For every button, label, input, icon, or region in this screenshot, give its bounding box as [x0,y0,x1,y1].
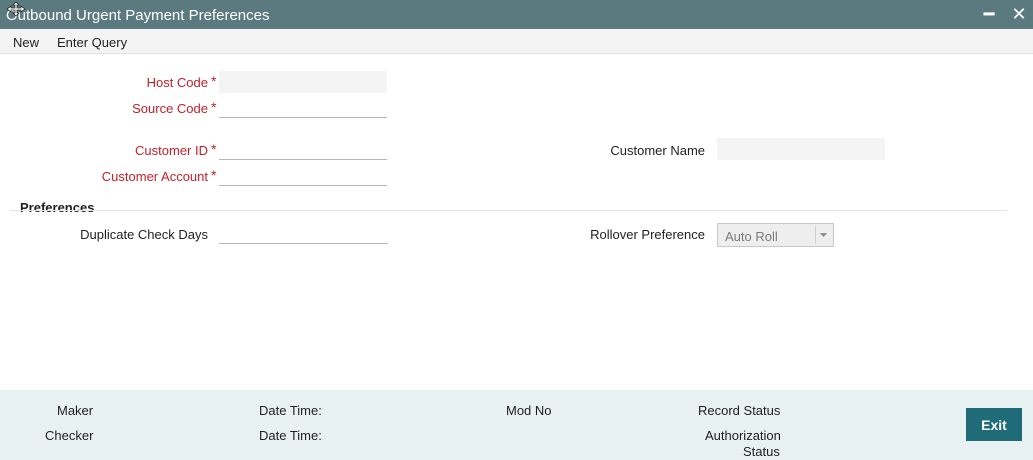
record-status-label: Record Status [698,403,781,418]
minimize-button[interactable]: ━ [979,4,999,24]
authorization-status-label-line2: Status [743,444,780,459]
rollover-preference-value: Auto Roll [725,229,778,244]
customer-account-label: Customer Account [101,169,208,184]
preferences-section-title: Preferences [20,200,95,215]
customer-account-required-mark: * [211,167,217,183]
source-code-required-mark: * [211,99,217,115]
customer-id-required-mark: * [211,141,217,157]
host-code-input[interactable] [219,71,387,93]
authorization-status-label: Authorization [705,428,781,443]
duplicate-check-days-label: Duplicate Check Days [80,227,208,242]
window-title: Outbound Urgent Payment Preferences [6,7,270,24]
mod-no-label: Mod No [506,403,552,418]
maker-label: Maker [57,403,94,418]
checker-label: Checker [45,428,94,443]
audit-footer: Maker Checker Date Time: Date Time: Mod … [0,390,1033,460]
customer-id-label: Customer ID [135,143,208,158]
source-code-label: Source Code [132,101,208,116]
menu-item-enter-query[interactable]: Enter Query [57,35,127,50]
customer-id-input[interactable] [219,138,387,160]
menu-bar: New Enter Query [0,29,1033,54]
source-code-input[interactable] [219,96,387,118]
rollover-preference-label: Rollover Preference [590,227,705,242]
rollover-preference-select[interactable]: Auto Roll [717,223,834,247]
window-titlebar[interactable]: Outbound Urgent Payment Preferences ━ ✕ [0,0,1033,29]
host-code-required-mark: * [211,73,217,89]
section-divider [10,210,1007,211]
exit-button[interactable]: Exit [966,408,1022,441]
checker-date-time-label: Date Time: [259,428,322,443]
host-code-label: Host Code [146,75,208,90]
customer-name-label: Customer Name [610,143,705,158]
move-arrows-icon[interactable] [5,1,27,17]
menu-item-new[interactable]: New [13,35,39,50]
duplicate-check-days-input[interactable] [219,222,388,244]
customer-account-input[interactable] [219,164,387,186]
customer-name-input[interactable] [717,138,885,160]
maker-date-time-label: Date Time: [259,403,322,418]
chevron-down-icon[interactable] [815,226,831,244]
close-button[interactable]: ✕ [1009,4,1029,24]
